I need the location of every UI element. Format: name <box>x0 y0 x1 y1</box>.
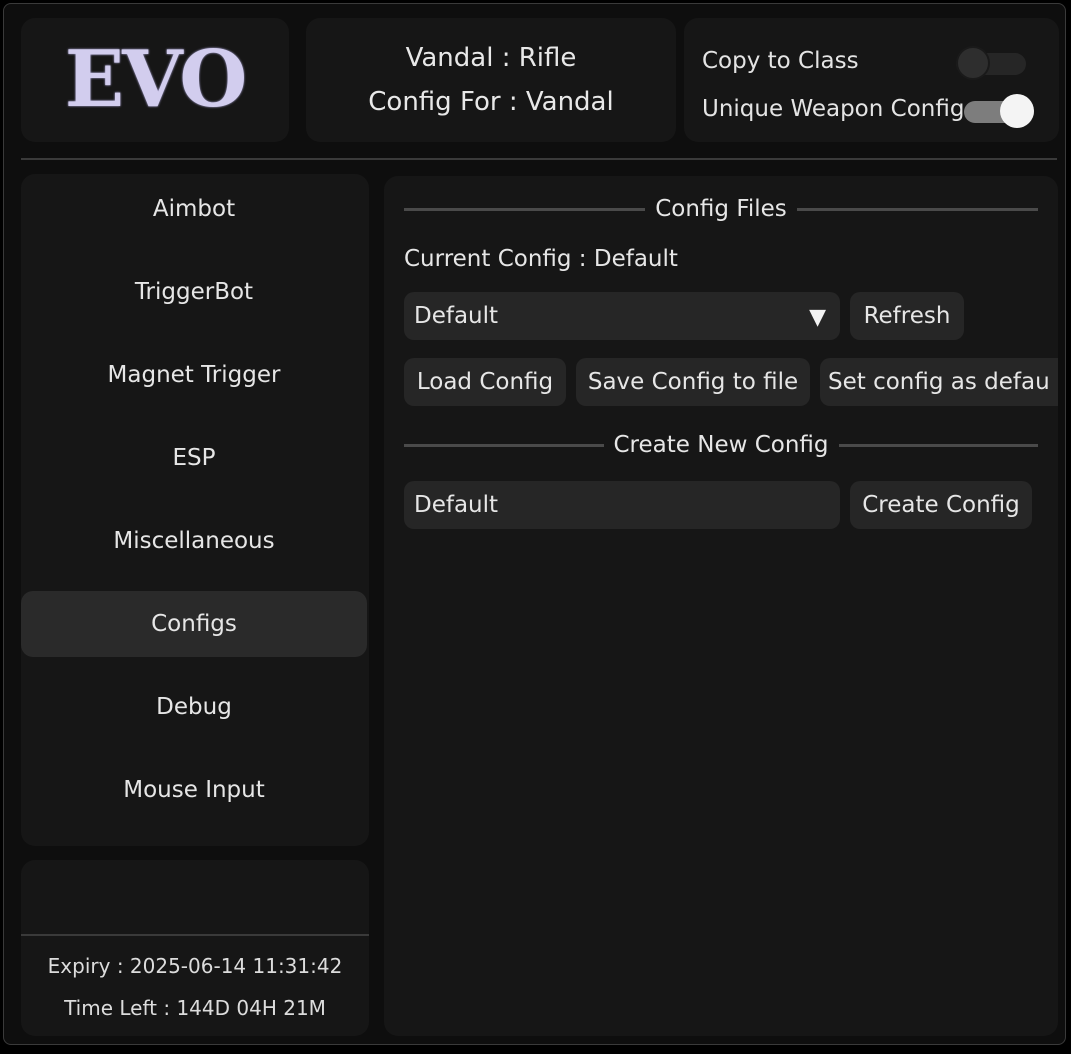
weapon-info-panel: Vandal : Rifle Config For : Vandal <box>306 18 676 142</box>
license-divider <box>21 934 369 936</box>
header-divider <box>21 158 1057 160</box>
save-config-button[interactable]: Save Config to file <box>576 358 810 406</box>
configs-content-panel: Config Files Current Config : Default De… <box>384 176 1058 1036</box>
dropdown-arrow-icon: ▼ <box>809 305 826 330</box>
sidebar-item-miscellaneous[interactable]: Miscellaneous <box>21 508 367 574</box>
copy-to-class-label: Copy to Class <box>702 48 859 74</box>
refresh-button[interactable]: Refresh <box>850 292 964 340</box>
load-config-button[interactable]: Load Config <box>404 358 566 406</box>
app-window: EVO Vandal : Rifle Config For : Vandal C… <box>3 3 1066 1045</box>
header-line <box>404 207 646 211</box>
weapon-options-panel: Copy to Class Unique Weapon Config <box>684 18 1059 142</box>
sidebar-item-debug[interactable]: Debug <box>21 674 367 740</box>
sidebar-item-configs[interactable]: Configs <box>21 591 367 657</box>
set-default-config-button[interactable]: Set config as defau <box>820 358 1058 406</box>
unique-weapon-config-toggle[interactable] <box>964 94 1034 128</box>
config-for-label: Config For : Vandal <box>368 87 614 117</box>
header-line <box>404 443 604 447</box>
expiry-text: Expiry : 2025-06-14 11:31:42 <box>47 954 343 978</box>
sidebar-item-aimbot[interactable]: Aimbot <box>21 176 367 242</box>
unique-weapon-config-label: Unique Weapon Config <box>702 96 965 122</box>
create-config-button[interactable]: Create Config <box>850 481 1032 529</box>
toggle-knob <box>956 46 990 80</box>
weapon-label: Vandal : Rifle <box>405 43 577 73</box>
header-line <box>796 207 1039 211</box>
header-line <box>838 443 1039 447</box>
sidebar-item-triggerbot[interactable]: TriggerBot <box>21 259 367 325</box>
sidebar-item-esp[interactable]: ESP <box>21 425 367 491</box>
evo-logo: EVO <box>64 34 248 125</box>
config-select-dropdown[interactable]: Default ▼ <box>404 292 840 340</box>
sidebar-item-magnet-trigger[interactable]: Magnet Trigger <box>21 342 367 408</box>
license-info-panel: Expiry : 2025-06-14 11:31:42 Time Left :… <box>21 860 369 1036</box>
config-select-value: Default <box>414 303 499 329</box>
create-config-header: Create New Config <box>404 428 1039 462</box>
config-files-title: Config Files <box>655 196 787 222</box>
new-config-name-input[interactable]: Default <box>404 481 840 529</box>
toggle-knob <box>1000 94 1034 128</box>
sidebar-item-mouse-input[interactable]: Mouse Input <box>21 757 367 823</box>
time-left-text: Time Left : 144D 04H 21M <box>64 996 326 1020</box>
config-files-header: Config Files <box>404 192 1039 226</box>
copy-to-class-toggle[interactable] <box>956 46 1026 80</box>
create-config-title: Create New Config <box>613 432 829 458</box>
sidebar-nav: Aimbot TriggerBot Magnet Trigger ESP Mis… <box>21 174 369 846</box>
logo-panel: EVO <box>21 18 289 142</box>
current-config-label: Current Config : Default <box>404 246 678 272</box>
